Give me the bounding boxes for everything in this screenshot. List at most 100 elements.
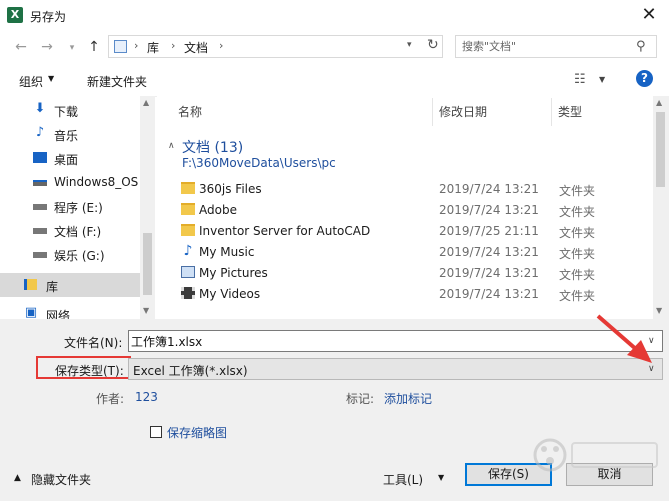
- column-divider[interactable]: [551, 98, 552, 126]
- filename-field[interactable]: ∨: [128, 330, 663, 352]
- navigation-pane: ⬇ 下载 ♪ 音乐 桌面 Windows8_OS 程序 (E:) 文档 (F:)…: [0, 96, 155, 319]
- table-row[interactable]: Adobe 2019/7/24 13:21 文件夹: [178, 200, 653, 221]
- nav-item-label: 程序 (E:): [54, 201, 103, 215]
- organize-button[interactable]: 组织: [19, 73, 43, 90]
- folder-icon: [181, 224, 195, 236]
- tools-button[interactable]: 工具(L): [383, 471, 423, 488]
- desktop-icon: [33, 150, 47, 164]
- save-thumbnail-label[interactable]: 保存缩略图: [167, 424, 227, 441]
- nav-item-label: 库: [46, 280, 59, 294]
- table-row[interactable]: Inventor Server for AutoCAD 2019/7/25 21…: [178, 221, 653, 242]
- nav-item-windows-drive[interactable]: Windows8_OS: [0, 170, 140, 194]
- nav-item-drive-f[interactable]: 文档 (F:): [0, 218, 140, 242]
- file-type: 文件夹: [559, 289, 596, 303]
- add-tags-link[interactable]: 添加标记: [384, 390, 432, 407]
- file-date: 2019/7/24 13:21: [439, 287, 539, 301]
- nav-item-label: 桌面: [54, 153, 79, 167]
- file-list-scrollbar-thumb[interactable]: [656, 112, 665, 187]
- nav-item-downloads[interactable]: ⬇ 下载: [0, 98, 140, 122]
- nav-item-drive-g[interactable]: 娱乐 (G:): [0, 242, 140, 266]
- refresh-icon[interactable]: ↻: [427, 37, 439, 53]
- nav-item-label: 娱乐 (G:): [54, 249, 105, 263]
- scroll-down-icon[interactable]: ▼: [143, 306, 149, 315]
- file-name: 360js Files: [199, 182, 262, 196]
- close-icon[interactable]: ✕: [637, 4, 661, 26]
- nav-item-label: 音乐: [54, 129, 79, 143]
- breadcrumb-separator-icon: ›: [219, 39, 224, 52]
- file-name: My Pictures: [199, 266, 268, 280]
- author-label: 作者:: [96, 392, 125, 406]
- save-thumbnail-checkbox[interactable]: [150, 426, 162, 438]
- new-folder-button[interactable]: 新建文件夹: [87, 73, 147, 90]
- breadcrumb-separator-icon: ›: [171, 39, 176, 52]
- chevron-up-icon[interactable]: ▲: [14, 473, 21, 483]
- organize-chevron-down-icon[interactable]: ▼: [48, 74, 54, 83]
- file-date: 2019/7/24 13:21: [439, 182, 539, 196]
- file-name: Adobe: [199, 203, 237, 217]
- view-chevron-down-icon[interactable]: ▼: [599, 75, 605, 84]
- save-type-value: Excel 工作簿(*.xlsx): [133, 364, 248, 378]
- drive-icon: [33, 222, 47, 236]
- videos-folder-icon: [181, 287, 195, 299]
- group-path: F:\360MoveData\Users\pc: [182, 156, 336, 170]
- nav-item-music[interactable]: ♪ 音乐: [0, 122, 140, 146]
- column-header-date[interactable]: 修改日期: [439, 103, 487, 120]
- file-type: 文件夹: [559, 184, 596, 198]
- column-divider[interactable]: [432, 98, 433, 126]
- nav-item-label: 下载: [54, 105, 79, 119]
- filename-label: 文件名(N):: [64, 336, 123, 350]
- breadcrumb-separator-icon: ›: [134, 39, 139, 52]
- filename-input[interactable]: [131, 333, 631, 349]
- window-title: 另存为: [30, 10, 67, 24]
- nav-item-library[interactable]: 库: [0, 273, 140, 297]
- chevron-down-icon[interactable]: ∨: [648, 336, 655, 346]
- file-name: My Music: [199, 245, 255, 259]
- nav-item-label: 文档 (F:): [54, 225, 102, 239]
- highlight-box: [36, 356, 131, 379]
- file-type: 文件夹: [559, 205, 596, 219]
- scroll-up-icon[interactable]: ▲: [656, 98, 662, 107]
- view-options-icon[interactable]: ☷: [574, 72, 586, 87]
- table-row[interactable]: My Pictures 2019/7/24 13:21 文件夹: [178, 263, 653, 284]
- file-date: 2019/7/25 21:11: [439, 224, 539, 238]
- drive-icon: [33, 246, 47, 260]
- search-icon[interactable]: ⚲: [636, 39, 646, 54]
- hide-folders-button[interactable]: 隐藏文件夹: [31, 471, 91, 488]
- column-header-name[interactable]: 名称: [178, 103, 202, 120]
- nav-item-drive-e[interactable]: 程序 (E:): [0, 194, 140, 218]
- nav-item-label: Windows8_OS: [54, 175, 139, 189]
- excel-app-icon: X: [7, 7, 23, 23]
- save-type-select[interactable]: Excel 工作簿(*.xlsx) ∨: [128, 358, 663, 380]
- help-icon[interactable]: ?: [636, 70, 653, 87]
- file-type: 文件夹: [559, 247, 596, 261]
- search-box[interactable]: ⚲: [455, 35, 657, 58]
- table-row[interactable]: My Videos 2019/7/24 13:21 文件夹: [178, 284, 653, 305]
- scroll-up-icon[interactable]: ▲: [143, 98, 149, 107]
- address-dropdown-icon[interactable]: ▾: [407, 40, 412, 50]
- nav-item-desktop[interactable]: 桌面: [0, 146, 140, 170]
- file-type: 文件夹: [559, 226, 596, 240]
- table-row[interactable]: 360js Files 2019/7/24 13:21 文件夹: [178, 179, 653, 200]
- address-bar[interactable]: › 库 › 文档 › ▾ ↻: [108, 35, 443, 58]
- recent-locations-chevron-icon[interactable]: ▾: [63, 39, 81, 57]
- nav-item-network[interactable]: ▣ 网络: [0, 302, 140, 320]
- breadcrumb-documents[interactable]: 文档: [184, 39, 208, 56]
- scroll-down-icon[interactable]: ▼: [656, 306, 662, 315]
- group-collapse-chevron-icon[interactable]: ∧: [168, 141, 175, 151]
- forward-arrow-icon[interactable]: →: [38, 38, 56, 56]
- search-input[interactable]: [462, 38, 622, 55]
- up-arrow-icon[interactable]: ↑: [85, 38, 103, 56]
- breadcrumb-library[interactable]: 库: [147, 39, 159, 56]
- table-row[interactable]: ♪ My Music 2019/7/24 13:21 文件夹: [178, 242, 653, 263]
- file-date: 2019/7/24 13:21: [439, 203, 539, 217]
- author-value[interactable]: 123: [135, 390, 158, 404]
- tools-chevron-down-icon[interactable]: ▼: [438, 473, 444, 482]
- file-date: 2019/7/24 13:21: [439, 266, 539, 280]
- chevron-down-icon[interactable]: ∨: [648, 364, 655, 374]
- group-header[interactable]: 文档 (13): [182, 137, 243, 157]
- file-name: My Videos: [199, 287, 261, 301]
- column-header-type[interactable]: 类型: [558, 103, 582, 120]
- back-arrow-icon[interactable]: ←: [12, 38, 30, 56]
- nav-scrollbar-thumb[interactable]: [143, 233, 152, 295]
- download-icon: ⬇: [34, 101, 46, 116]
